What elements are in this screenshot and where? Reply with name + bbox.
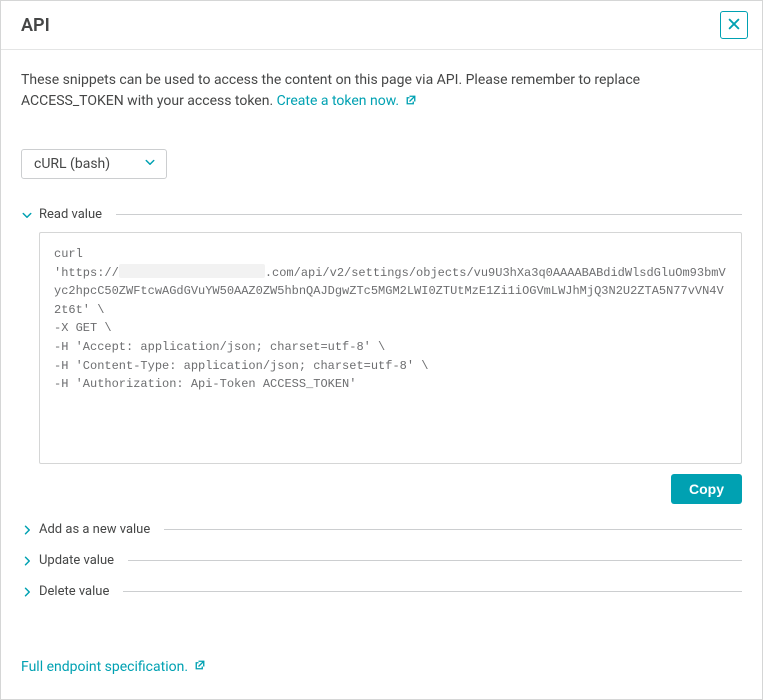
divider (123, 591, 742, 592)
create-token-link-label: Create a token now. (277, 93, 399, 109)
redacted-host (119, 264, 265, 278)
api-modal: API These snippets can be used to access… (0, 0, 763, 700)
section-delete-header[interactable]: Delete value (21, 584, 742, 599)
chevron-right-icon (21, 555, 33, 567)
section-delete-label: Delete value (39, 584, 117, 599)
section-read-label: Read value (39, 207, 110, 222)
external-link-icon (405, 92, 417, 113)
copy-row: Copy (39, 474, 742, 504)
language-select[interactable]: cURL (bash) (21, 149, 167, 179)
section-add-label: Add as a new value (39, 522, 158, 537)
modal-header: API (1, 1, 762, 50)
external-link-icon (194, 659, 206, 675)
section-update-label: Update value (39, 553, 122, 568)
full-spec-link[interactable]: Full endpoint specification. (21, 659, 742, 675)
close-icon (727, 17, 741, 34)
chevron-down-icon (21, 209, 33, 221)
code-block-read[interactable]: curl 'https://.com/api/v2/settings/objec… (39, 232, 742, 464)
copy-button[interactable]: Copy (671, 474, 742, 504)
divider (128, 560, 742, 561)
intro-text: These snippets can be used to access the… (21, 70, 742, 113)
code-prefix: curl 'https:// (54, 247, 119, 280)
language-select-value: cURL (bash) (34, 156, 110, 172)
spacer (21, 615, 742, 659)
code-suffix: .com/api/v2/settings/objects/vu9U3hXa3q0… (54, 266, 726, 392)
divider (116, 214, 742, 215)
chevron-right-icon (21, 586, 33, 598)
create-token-link[interactable]: Create a token now. (277, 93, 417, 109)
chevron-right-icon (21, 524, 33, 536)
full-spec-link-label: Full endpoint specification. (21, 659, 188, 675)
divider (164, 529, 742, 530)
chevron-down-icon (144, 156, 156, 172)
section-add-header[interactable]: Add as a new value (21, 522, 742, 537)
section-read-header[interactable]: Read value (21, 207, 742, 222)
modal-body: These snippets can be used to access the… (1, 50, 762, 699)
section-update-header[interactable]: Update value (21, 553, 742, 568)
close-button[interactable] (720, 11, 748, 39)
modal-title: API (21, 15, 50, 36)
